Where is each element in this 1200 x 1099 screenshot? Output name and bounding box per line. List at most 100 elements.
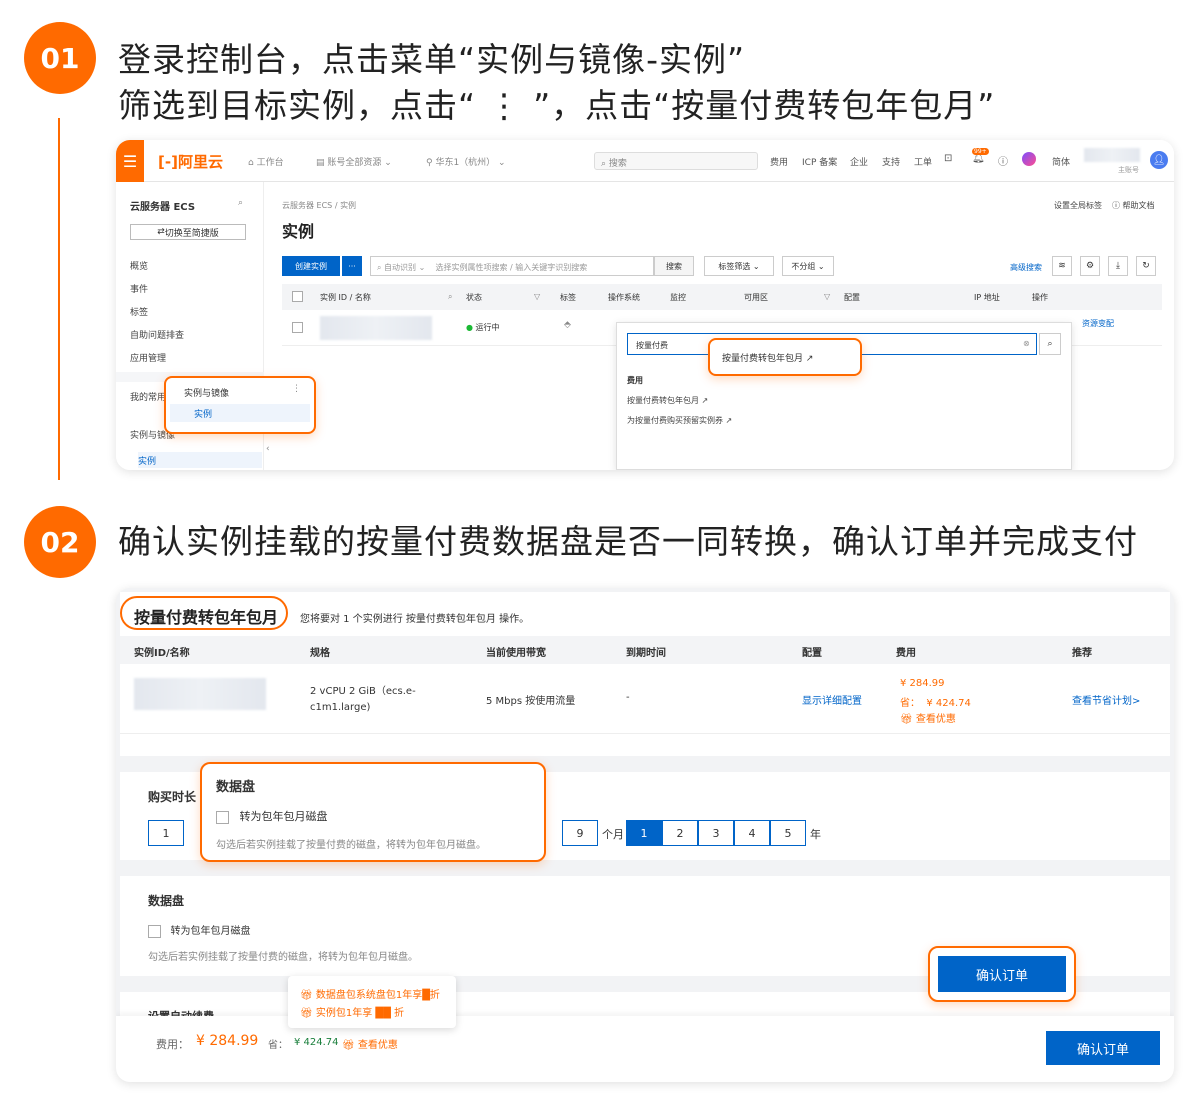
status-ok-icon: ● bbox=[466, 323, 473, 332]
tag-icon[interactable]: ⬘ bbox=[564, 320, 571, 330]
promo-tooltip: 🎁︎ 数据盘包系统盘包1年享█折 🎁︎ 实例包1年享 ██ 折 bbox=[288, 976, 456, 1028]
sidebar-item-overview[interactable]: 概览 bbox=[130, 259, 148, 272]
search-input[interactable]: ⌕ 搜索 bbox=[594, 152, 758, 170]
step-title-line2: 筛选到目标实例，点击“ ⋮ ”，点击“按量付费转包年包月” bbox=[118, 86, 996, 125]
callout-convert-subscription[interactable]: 按量付费转包年包月 ↗ bbox=[708, 338, 862, 376]
nav-link-icp[interactable]: ICP 备案 bbox=[802, 155, 837, 168]
data-disk-title: 数据盘 bbox=[148, 894, 185, 908]
month-option-9[interactable]: 9 bbox=[562, 820, 598, 846]
order-panel: 按量付费转包年包月 您将要对 1 个实例进行 按量付费转包年包月 操作。 实例I… bbox=[120, 592, 1170, 756]
notification-badge: 99+ bbox=[972, 148, 989, 155]
table-row: 2 vCPU 2 GiB（ecs.e-c1m1.large) 5 Mbps 按使… bbox=[120, 664, 1170, 734]
col-bandwidth: 当前使用带宽 bbox=[486, 648, 546, 659]
dropdown-search-icon[interactable]: ⌕ bbox=[1039, 333, 1061, 355]
global-tag-link[interactable]: 设置全局标签 bbox=[1054, 200, 1102, 211]
create-instance-button[interactable]: 创建实例 bbox=[282, 256, 340, 276]
col-status: 状态 bbox=[466, 293, 482, 302]
sidebar-favorites[interactable]: 我的常用 bbox=[130, 390, 166, 403]
advanced-search-link[interactable]: 高级搜索 bbox=[1010, 262, 1042, 273]
dropdown-section-fee: 费用 bbox=[627, 376, 643, 385]
row-checkbox[interactable] bbox=[292, 322, 303, 333]
sidebar-item-instance[interactable]: 实例 bbox=[138, 452, 262, 468]
terminal-icon[interactable]: ⊡ bbox=[944, 153, 952, 164]
year-unit: 年 bbox=[810, 828, 821, 841]
show-config-link[interactable]: 显示详细配置 bbox=[802, 692, 862, 707]
help-icon[interactable]: ⓘ bbox=[998, 153, 1008, 168]
status-filter-icon[interactable]: ▽ bbox=[534, 292, 540, 301]
language-switch[interactable]: 简体 bbox=[1052, 155, 1070, 168]
footer-promo-link[interactable]: 🎁︎ 查看优惠 bbox=[342, 1036, 398, 1051]
confirm-order-button-highlight[interactable]: 确认订单 bbox=[938, 956, 1066, 992]
price-value: ¥ 284.99 bbox=[900, 678, 945, 689]
sidebar-search-icon[interactable]: ⌕ bbox=[238, 198, 243, 208]
confirm-order-button[interactable]: 确认订单 bbox=[1046, 1031, 1160, 1065]
col-recommend: 推荐 bbox=[1072, 648, 1092, 659]
convert-disk-checkbox[interactable]: 转为包年包月磁盘 bbox=[148, 922, 251, 938]
resize-link[interactable]: 资源变配 bbox=[1082, 318, 1114, 329]
help-doc-link[interactable]: ⓘ 帮助文档 bbox=[1112, 200, 1155, 211]
col-fee: 费用 bbox=[896, 648, 916, 659]
home-icon: ⌂ bbox=[248, 158, 257, 168]
nav-link-fee[interactable]: 费用 bbox=[770, 155, 788, 168]
nav-link-support[interactable]: 支持 bbox=[882, 155, 900, 168]
assistant-icon[interactable] bbox=[1022, 152, 1036, 166]
switch-simple-button[interactable]: ⇄ 切换至简捷版 bbox=[130, 224, 246, 240]
col-expire: 到期时间 bbox=[626, 648, 666, 659]
year-option-2[interactable]: 2 bbox=[662, 820, 698, 846]
status-text: ● 运行中 bbox=[466, 323, 500, 332]
confirm-order-callout: 确认订单 bbox=[928, 946, 1076, 1002]
external-link-icon: ↗ bbox=[805, 354, 814, 364]
layers-icon[interactable]: ≋ bbox=[1052, 256, 1072, 276]
menu-icon[interactable]: ☰ bbox=[116, 140, 144, 182]
avatar[interactable]: 👤︎ bbox=[1150, 151, 1168, 169]
group-dropdown[interactable]: 不分组 ⌄ bbox=[782, 256, 834, 276]
nav-region[interactable]: ⚲ 华东1（杭州） ⌄ bbox=[426, 155, 506, 168]
search-button[interactable]: 搜索 bbox=[654, 256, 694, 276]
tag-filter-dropdown[interactable]: 标签筛选 ⌄ bbox=[704, 256, 774, 276]
logo[interactable]: [-]阿里云 bbox=[158, 151, 223, 172]
zone-filter-icon[interactable]: ▽ bbox=[824, 292, 830, 301]
refresh-icon[interactable]: ↻ bbox=[1136, 256, 1156, 276]
year-option-5[interactable]: 5 bbox=[770, 820, 806, 846]
col-instance: 实例ID/名称 bbox=[134, 648, 190, 659]
checkbox[interactable] bbox=[148, 924, 161, 938]
sidebar-item-apps[interactable]: 应用管理 bbox=[130, 351, 166, 364]
col-zone: 可用区 bbox=[744, 293, 768, 302]
download-icon[interactable]: ⤓ bbox=[1108, 256, 1128, 276]
clear-icon[interactable]: ⊗ bbox=[1023, 339, 1030, 348]
step-title-line1: 登录控制台，点击菜单“实例与镜像-实例” bbox=[118, 40, 746, 79]
col-monitor: 监控 bbox=[670, 293, 686, 302]
menu-item-reserved-instance[interactable]: 为按量付费购买预留实例券 ↗ bbox=[627, 415, 732, 426]
create-more-button[interactable]: ··· bbox=[342, 256, 362, 276]
nav-link-ticket[interactable]: 工单 bbox=[914, 155, 932, 168]
year-option-3[interactable]: 3 bbox=[698, 820, 734, 846]
data-disk-callout: 数据盘 转为包年包月磁盘 勾选后若实例挂载了按量付费的磁盘，将转为包年包月磁盘。 bbox=[200, 762, 546, 862]
order-description: 您将要对 1 个实例进行 按量付费转包年包月 操作。 bbox=[300, 614, 530, 625]
year-option-4[interactable]: 4 bbox=[734, 820, 770, 846]
step-connector-line bbox=[58, 118, 60, 480]
sidebar-item-tags[interactable]: 标签 bbox=[130, 305, 148, 318]
sidebar-item-troubleshoot[interactable]: 自助问题排查 bbox=[130, 328, 184, 341]
sidebar-item-events[interactable]: 事件 bbox=[130, 282, 148, 295]
month-option-1[interactable]: 1 bbox=[148, 820, 184, 846]
select-all-checkbox[interactable] bbox=[292, 291, 303, 302]
promo-link[interactable]: 🎁︎ 查看优惠 bbox=[900, 710, 956, 725]
nav-link-enterprise[interactable]: 企业 bbox=[850, 155, 868, 168]
search-icon: ⌕ bbox=[601, 159, 609, 169]
filter-search-icon: ⌕ bbox=[377, 263, 385, 272]
switch-icon: ⇄ bbox=[157, 227, 165, 237]
callout-disk-hint: 勾选后若实例挂载了按量付费的磁盘，将转为包年包月磁盘。 bbox=[216, 840, 486, 851]
nav-workbench[interactable]: ⌂ 工作台 bbox=[248, 155, 284, 168]
year-option-1[interactable]: 1 bbox=[626, 820, 662, 846]
saving-plan-link[interactable]: 查看节省计划> bbox=[1072, 692, 1140, 707]
filter-search-input[interactable]: ⌕ 自动识别 ⌄ 选择实例属性项搜索 / 输入关键字识别搜索 bbox=[370, 256, 654, 276]
checkbox[interactable] bbox=[216, 810, 229, 824]
callout-disk-checkbox[interactable]: 转为包年包月磁盘 bbox=[216, 808, 328, 824]
external-link-icon: ↗ bbox=[701, 396, 709, 405]
col-search-icon[interactable]: ⌕ bbox=[448, 292, 452, 302]
nav-resources[interactable]: ▤ 账号全部资源 ⌄ bbox=[316, 155, 392, 168]
col-instance-id: 实例 ID / 名称 bbox=[320, 293, 371, 302]
menu-item-convert-subscription[interactable]: 按量付费转包年包月 ↗ bbox=[627, 395, 708, 406]
sidebar-title: 云服务器 ECS bbox=[130, 202, 196, 213]
settings-icon[interactable]: ⚙ bbox=[1080, 256, 1100, 276]
